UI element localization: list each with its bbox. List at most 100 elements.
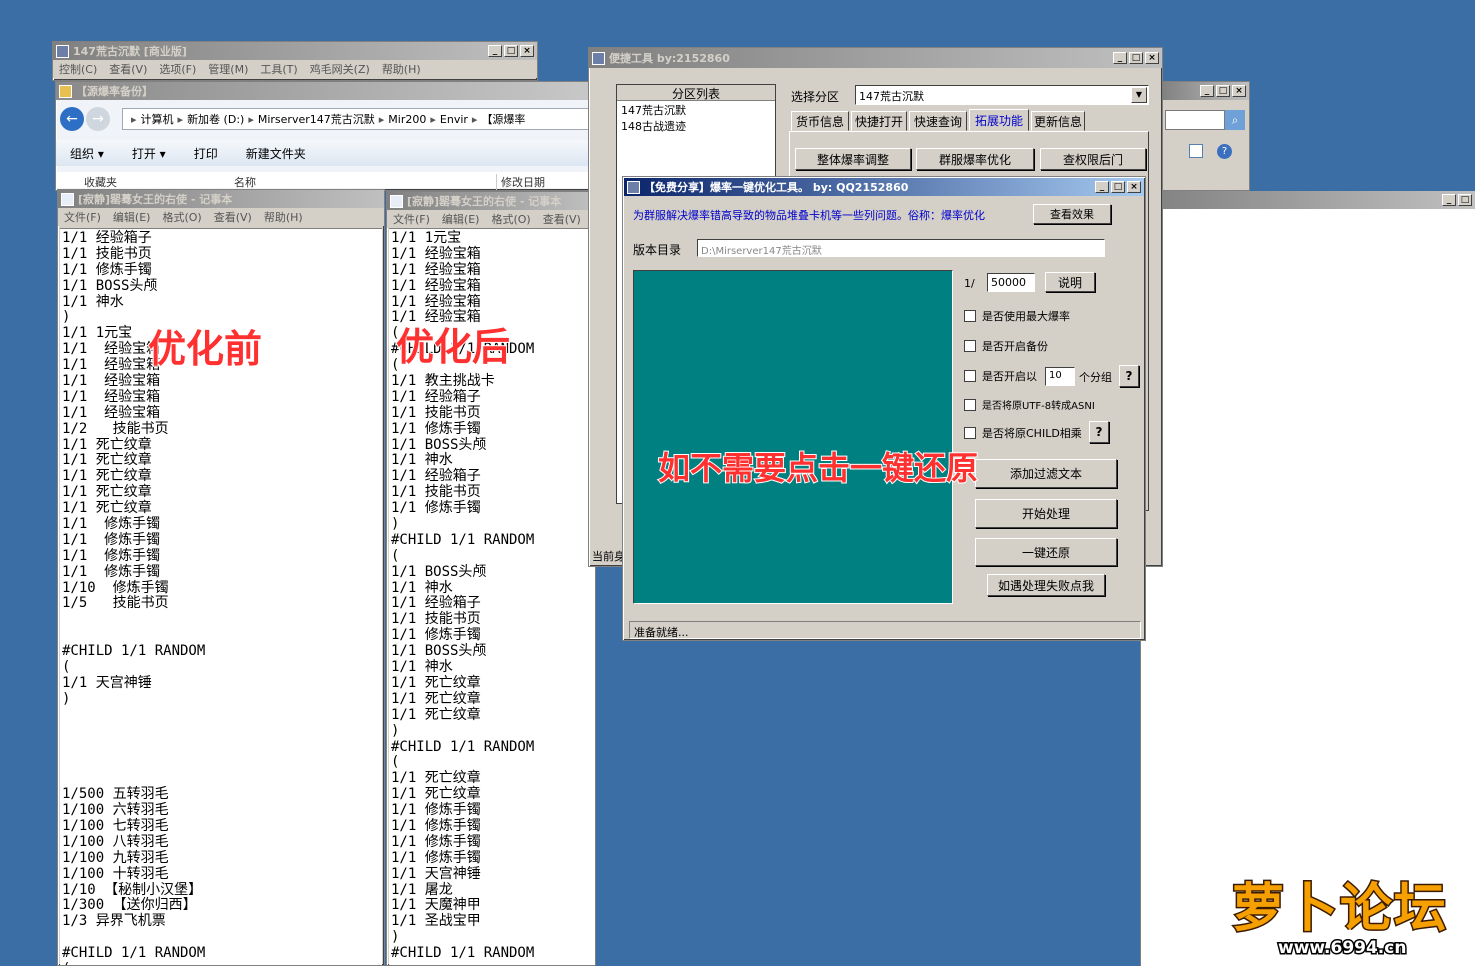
list-item[interactable]: 148古战遗迹 [621,119,771,135]
column-name[interactable]: 名称 [234,174,256,190]
hidden-window-field[interactable] [1165,110,1225,130]
menu-item[interactable]: 编辑(E) [436,211,486,227]
child-help-button[interactable]: ? [1089,421,1109,443]
breadcrumb-arrow-icon[interactable]: ▸ [468,113,482,126]
ratio-input[interactable]: 50000 [987,273,1035,292]
checkbox-icon[interactable] [964,427,976,439]
add-filter-button[interactable]: 添加过滤文本 [975,459,1117,488]
menu-item[interactable]: 帮助(H) [258,209,309,225]
max-rate-checkbox[interactable]: 是否使用最大爆率 [964,308,1070,324]
checkbox-icon[interactable] [964,398,976,411]
close-icon[interactable]: × [1127,181,1141,193]
maximize-icon[interactable]: □ [504,45,518,57]
tab-4[interactable]: 拓展功能 [969,109,1029,131]
minimize-icon[interactable]: _ [1095,181,1109,193]
status-text: 准备就绪... [634,626,689,639]
maximize-icon[interactable]: □ [1111,181,1125,193]
column-date[interactable]: 修改日期 [496,174,545,190]
nav-item-favorites[interactable]: 收藏夹 [84,174,117,190]
breadcrumb[interactable]: ▸ 计算机 ▸ 新加卷 (D:) ▸ Mirserver147荒古沉默 ▸ Mir200 ▸ En… [122,108,590,130]
menu-item[interactable]: 文件(F) [387,211,436,227]
start-process-button[interactable]: 开始处理 [975,499,1117,528]
menu-item[interactable]: 查看(V) [537,211,587,227]
checkbox-icon[interactable] [964,340,976,352]
checkbox-icon[interactable] [964,370,976,382]
breadcrumb-item[interactable]: Mir200 [388,113,426,126]
explorer-toolbar-button[interactable]: 打开 ▾ [132,145,166,162]
group-rate-optimize-button[interactable]: 群服爆率优化 [916,148,1034,170]
breadcrumb-item[interactable]: Envir [440,113,468,126]
view-icon[interactable] [1189,144,1203,158]
close-icon[interactable]: × [1232,85,1246,97]
backup-checkbox[interactable]: 是否开启备份 [964,338,1048,354]
notepad-right-titlebar[interactable]: [寂静]罂蓦女王的右使 - 记事本 [387,192,595,210]
maximize-icon[interactable]: □ [1458,194,1472,206]
group-count-input[interactable]: 10 [1045,367,1075,386]
explorer-toolbar-button[interactable]: 新建文件夹 [246,145,306,162]
tab-5[interactable]: 更新信息 [1031,111,1085,131]
hidden-window-titlebar[interactable]: _ □ × [1161,82,1249,100]
checkbox-icon[interactable] [964,310,976,322]
text-line: 1/1 死亡纹章 [391,706,481,723]
utf8-checkbox[interactable]: 是否将原UTF-8转成ASNI [964,397,1095,412]
breadcrumb-arrow-icon[interactable]: ▸ [426,113,440,126]
breadcrumb-item[interactable]: 计算机 [141,111,174,127]
menu-item[interactable]: 查看(V) [103,61,153,77]
maximize-icon[interactable]: □ [1129,52,1143,64]
chevron-down-icon[interactable]: ▼ [1131,87,1147,103]
menu-item[interactable]: 工具(T) [254,61,303,77]
breadcrumb-item[interactable]: 新加卷 (D:) [187,111,244,127]
failure-help-button[interactable]: 如遇处理失败点我 [987,574,1105,596]
menu-item[interactable]: 选项(F) [153,61,202,77]
tab-3[interactable]: 快速查询 [909,111,967,131]
explorer-toolbar-button[interactable]: 打印 [194,145,218,162]
minimize-icon[interactable]: _ [488,45,502,57]
explorer-toolbar-button[interactable]: 组织 ▾ [70,145,104,162]
help-icon[interactable]: ? [1217,144,1232,159]
breadcrumb-arrow-icon[interactable]: ▸ [375,113,389,126]
explain-button[interactable]: 说明 [1045,272,1095,292]
close-icon[interactable]: × [1145,52,1159,64]
child-checkbox[interactable]: 是否将原CHILD相乘 [964,425,1082,441]
partition-select[interactable]: 147荒古沉默 ▼ [855,85,1149,105]
breadcrumb-arrow-icon[interactable]: ▸ [174,113,188,126]
menu-item[interactable]: 文件(F) [58,209,107,225]
main-window-titlebar[interactable]: 147荒古沉默 [商业版] _ □ × [53,42,537,60]
tab-1[interactable]: 货币信息 [791,111,849,131]
minimize-icon[interactable]: _ [1442,194,1456,206]
version-dir-field[interactable]: D:\Mirserver147荒古沉默 [697,239,1105,257]
minimize-icon[interactable]: _ [1200,85,1214,97]
check-backdoor-button[interactable]: 查权限后门 [1040,148,1146,170]
minimize-icon[interactable]: _ [1113,52,1127,64]
optimizer-titlebar[interactable]: 【免费分享】爆率一键优化工具。 by: QQ2152860 _ □ × [624,178,1144,196]
explorer-titlebar[interactable]: 【源爆率备份】 [56,82,594,100]
menu-item[interactable]: 鸡毛网关(Z) [304,61,376,77]
overall-rate-button[interactable]: 整体爆率调整 [795,148,911,170]
view-effect-button[interactable]: 查看效果 [1033,204,1111,224]
menu-item[interactable]: 管理(M) [202,61,254,77]
menu-item[interactable]: 格式(O) [485,211,536,227]
breadcrumb-item[interactable]: 【源爆率 [481,111,525,127]
forward-icon[interactable]: → [86,107,110,131]
notepad-left-titlebar[interactable]: [寂静]罂蓦女王的右使 - 记事本 [58,190,384,208]
menu-item[interactable]: 查看(V) [208,209,258,225]
back-icon[interactable]: ← [60,107,84,131]
menu-item[interactable]: 帮助(H) [376,61,427,77]
close-icon[interactable]: × [520,45,534,57]
menu-item[interactable]: 编辑(E) [107,209,157,225]
breadcrumb-item[interactable]: Mirserver147荒古沉默 [258,111,375,127]
menu-item[interactable]: 格式(O) [156,209,207,225]
partition-list-header[interactable]: 分区列表 [617,85,775,101]
maximize-icon[interactable]: □ [1216,85,1230,97]
breadcrumb-arrow-icon[interactable]: ▸ [244,113,258,126]
group-checkbox[interactable]: 是否开启以 [964,368,1037,384]
list-item[interactable]: 147荒古沉默 [621,103,771,119]
restore-button[interactable]: 一键还原 [975,538,1117,566]
menu-item[interactable]: 控制(C) [53,61,103,77]
breadcrumb-arrow-icon[interactable]: ▸ [127,113,141,126]
group-help-button[interactable]: ? [1119,365,1139,387]
search-icon[interactable]: ⌕ [1225,110,1245,130]
tab-2[interactable]: 快捷打开 [851,111,907,131]
quick-tool-titlebar[interactable]: 便捷工具 by:2152860 _ □ × [589,48,1162,68]
background-window-titlebar[interactable]: _ □ [1141,191,1475,209]
